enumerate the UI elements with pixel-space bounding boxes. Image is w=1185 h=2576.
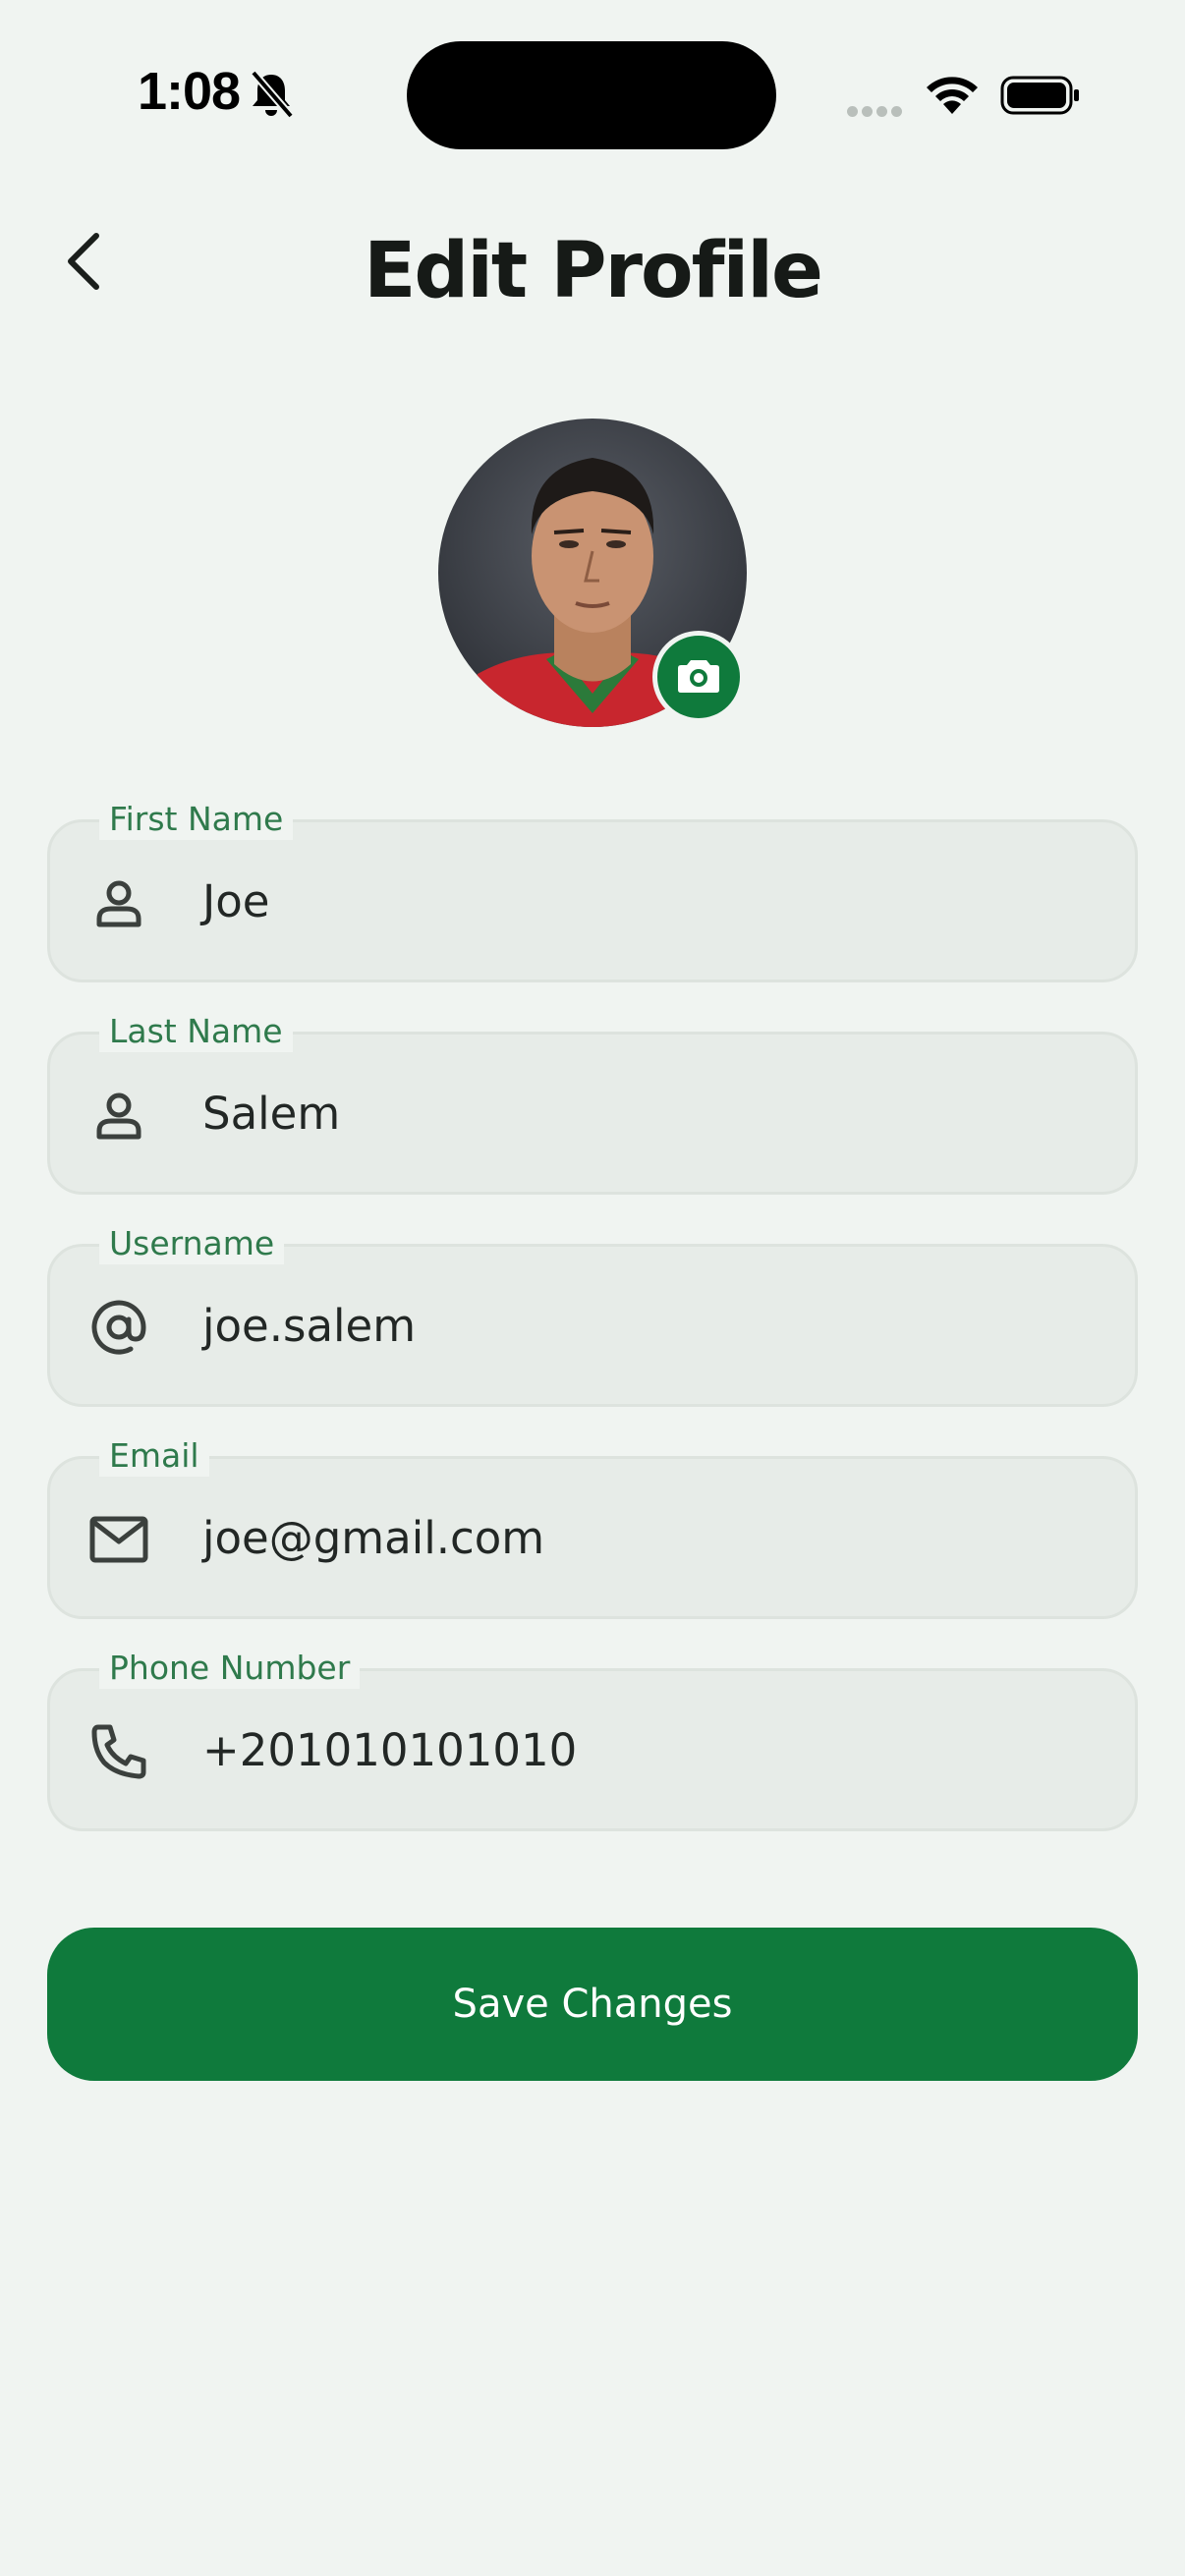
last-name-field[interactable]: Last Name Salem <box>47 1011 1138 1195</box>
battery-icon <box>1000 75 1081 116</box>
person-icon <box>87 871 150 934</box>
email-input[interactable]: joe@gmail.com <box>202 1504 544 1573</box>
phone-number-label: Phone Number <box>99 1648 361 1689</box>
dynamic-island <box>407 41 776 149</box>
username-label: Username <box>99 1223 285 1264</box>
change-photo-button[interactable] <box>652 631 745 723</box>
phone-number-field[interactable]: Phone Number +201010101010 <box>47 1648 1138 1831</box>
username-field[interactable]: Username joe.salem <box>47 1223 1138 1407</box>
camera-icon <box>677 656 720 698</box>
status-bar: 1:08 <box>0 0 1185 187</box>
at-icon <box>87 1296 150 1359</box>
save-changes-button[interactable]: Save Changes <box>47 1928 1138 2081</box>
wifi-icon <box>924 75 981 116</box>
status-time: 1:08 <box>138 62 241 121</box>
last-name-label: Last Name <box>99 1011 293 1052</box>
email-field[interactable]: Email joe@gmail.com <box>47 1435 1138 1619</box>
first-name-field[interactable]: First Name Joe <box>47 799 1138 982</box>
bell-slash-icon <box>248 69 295 120</box>
cellular-signal-icon <box>847 102 910 117</box>
person-icon <box>87 1084 150 1147</box>
first-name-input[interactable]: Joe <box>202 868 270 936</box>
first-name-label: First Name <box>99 799 294 840</box>
phone-number-input[interactable]: +201010101010 <box>202 1716 577 1785</box>
mail-icon <box>87 1508 150 1571</box>
page-title: Edit Profile <box>364 227 823 315</box>
last-name-input[interactable]: Salem <box>202 1080 340 1148</box>
email-label: Email <box>99 1435 209 1477</box>
phone-icon <box>87 1720 150 1783</box>
username-input[interactable]: joe.salem <box>202 1292 416 1361</box>
